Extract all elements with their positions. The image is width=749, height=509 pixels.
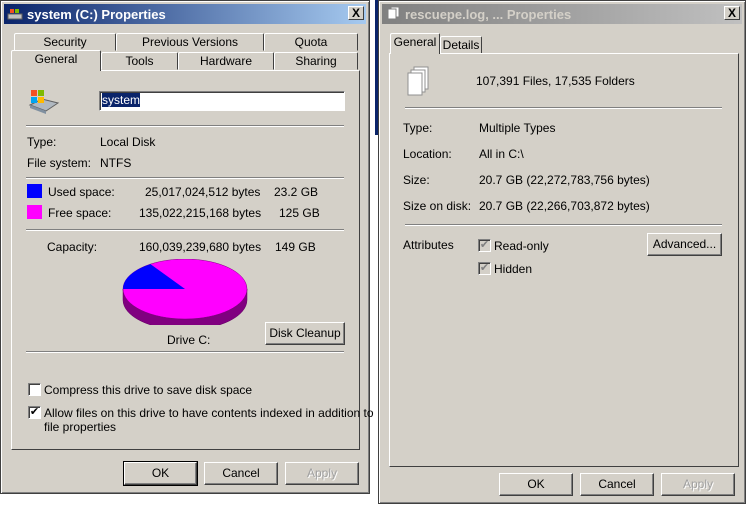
selection-summary: 107,391 Files, 17,535 Folders xyxy=(476,74,635,88)
hidden-label[interactable]: Hidden xyxy=(494,262,532,276)
tab-tools[interactable]: Tools xyxy=(101,52,178,70)
ok-button[interactable]: OK xyxy=(499,473,573,496)
location-value: All in C:\ xyxy=(479,147,524,161)
disk-usage-pie-chart xyxy=(122,259,248,325)
file-system-label: File system: xyxy=(27,156,92,170)
drive-label: Drive C: xyxy=(167,333,211,347)
tab-previous-versions[interactable]: Previous Versions xyxy=(116,33,264,51)
divider xyxy=(405,107,722,109)
window-title: rescuepe.log, ... Properties xyxy=(405,6,572,22)
divider xyxy=(26,351,344,353)
close-button[interactable]: X xyxy=(348,6,364,20)
index-checkbox[interactable]: ✔ xyxy=(28,406,41,419)
compress-label[interactable]: Compress this drive to save disk space xyxy=(44,383,252,397)
ok-button[interactable]: OK xyxy=(123,461,198,486)
type-value: Multiple Types xyxy=(479,121,556,135)
divider xyxy=(26,177,344,179)
multiple-files-icon xyxy=(407,66,429,96)
tab-details[interactable]: Details xyxy=(440,36,482,54)
type-value: Local Disk xyxy=(100,135,156,149)
hidden-checkbox[interactable]: ✔ xyxy=(478,262,491,275)
capacity-label: Capacity: xyxy=(47,240,98,254)
free-space-label: Free space: xyxy=(48,206,112,220)
apply-button[interactable]: Apply xyxy=(285,462,359,485)
divider xyxy=(26,125,344,127)
capacity-bytes: 160,039,239,680 bytes xyxy=(139,240,262,254)
general-panel: 107,391 Files, 17,535 Folders Type: Mult… xyxy=(389,53,739,467)
free-space-swatch xyxy=(27,205,42,219)
read-only-label[interactable]: Read-only xyxy=(494,239,549,253)
multiple-files-icon xyxy=(387,7,400,20)
cancel-button[interactable]: Cancel xyxy=(580,473,654,496)
free-space-bytes: 135,022,215,168 bytes xyxy=(139,206,262,220)
advanced-button[interactable]: Advanced... xyxy=(647,233,722,256)
capacity-size: 149 GB xyxy=(275,240,316,254)
tab-general[interactable]: General xyxy=(11,50,101,71)
attributes-label: Attributes xyxy=(403,238,454,252)
size-label: Size: xyxy=(403,173,430,187)
size-value: 20.7 GB (22,272,783,756 bytes) xyxy=(479,173,650,187)
size-on-disk-label: Size on disk: xyxy=(403,199,472,213)
drive-icon xyxy=(28,90,60,114)
window-title: system (C:) Properties xyxy=(27,6,166,22)
tab-quota[interactable]: Quota xyxy=(264,33,358,51)
file-system-value: NTFS xyxy=(100,156,132,170)
drive-name-input[interactable]: system xyxy=(99,91,345,111)
divider xyxy=(405,224,722,226)
tab-sharing[interactable]: Sharing xyxy=(274,52,358,70)
type-label: Type: xyxy=(27,135,57,149)
used-space-swatch xyxy=(27,184,42,198)
size-on-disk-value: 20.7 GB (22,266,703,872 bytes) xyxy=(479,199,650,213)
drive-icon xyxy=(7,9,23,20)
general-panel: system Type: Local Disk File system: NTF… xyxy=(11,70,374,450)
cancel-button[interactable]: Cancel xyxy=(204,462,278,485)
apply-button[interactable]: Apply xyxy=(661,473,735,496)
drive-properties-window: system (C:) Properties X Security Previo… xyxy=(0,0,374,494)
read-only-checkbox[interactable]: ✔ xyxy=(478,239,491,252)
tab-security[interactable]: Security xyxy=(14,33,116,51)
index-label-line1[interactable]: Allow files on this drive to have conten… xyxy=(44,406,374,420)
drive-name-text: system xyxy=(102,93,141,107)
used-space-size: 23.2 GB xyxy=(274,185,319,199)
index-label-line2[interactable]: file properties xyxy=(44,420,116,434)
free-space-size: 125 GB xyxy=(279,206,320,220)
compress-checkbox[interactable] xyxy=(28,383,41,396)
tab-hardware[interactable]: Hardware xyxy=(178,52,274,70)
close-button[interactable]: X xyxy=(724,6,740,20)
used-space-bytes: 25,017,024,512 bytes xyxy=(145,185,261,199)
title-bar[interactable]: rescuepe.log, ... Properties X xyxy=(382,4,742,24)
disk-cleanup-button[interactable]: Disk Cleanup xyxy=(265,322,345,345)
type-label: Type: xyxy=(403,121,433,135)
files-properties-window: rescuepe.log, ... Properties X General D… xyxy=(378,0,746,504)
used-space-label: Used space: xyxy=(48,185,115,199)
location-label: Location: xyxy=(403,147,452,161)
tab-general[interactable]: General xyxy=(390,33,440,54)
title-bar[interactable]: system (C:) Properties X xyxy=(4,4,366,24)
divider xyxy=(26,229,344,231)
